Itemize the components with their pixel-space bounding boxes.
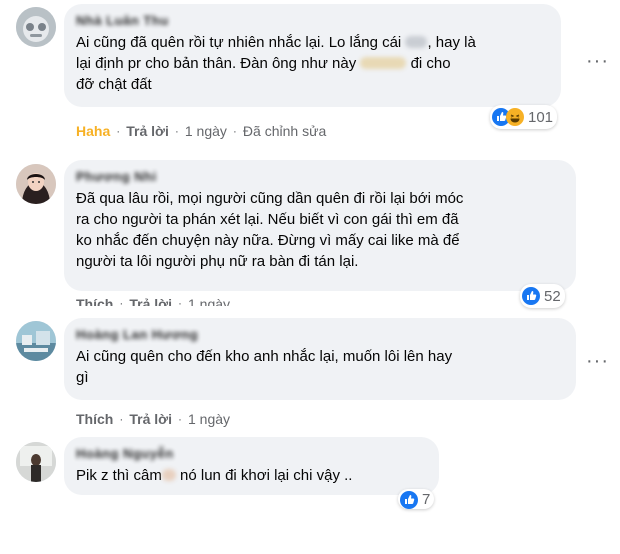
comment-bubble: Hoàng Lan Hương Ai cũng quên cho đến kho… (64, 318, 576, 400)
comment-author[interactable]: Phương Nhi (76, 168, 157, 185)
censored-word (360, 57, 407, 69)
censored-word (405, 36, 428, 48)
like-icon (400, 491, 418, 509)
avatar[interactable] (16, 7, 56, 47)
comment-actions: Thích · Trả lời · 1 ngày (76, 411, 231, 427)
like-icon (522, 287, 540, 305)
comment-4: Hoàng Nguyễn Pik z thì câm nó lun đi khơ… (0, 432, 620, 554)
haha-icon (506, 108, 524, 126)
comment-author[interactable]: Nhà Luân Thu (76, 12, 169, 29)
censored-word (161, 469, 176, 481)
reaction-count: 7 (422, 491, 431, 508)
timestamp[interactable]: 1 ngày (185, 123, 227, 139)
avatar[interactable] (16, 321, 56, 361)
comment-text: Ai cũng quên cho đến kho anh nhắc lại, m… (76, 348, 453, 386)
comment-actions: Thích · Trả lời · 1 ngày (76, 296, 230, 306)
comment-bubble: Phương Nhi Đã qua lâu rồi, mọi người cũn… (64, 160, 576, 291)
reaction-summary[interactable]: 52 (520, 284, 565, 308)
comment-author[interactable]: Hoàng Nguyễn (76, 445, 174, 462)
avatar[interactable] (16, 164, 56, 204)
react-button[interactable]: Thích (76, 296, 113, 306)
reply-button[interactable]: Trả lời (129, 411, 172, 427)
comment-bubble: Nhà Luân Thu Ai cũng đã quên rồi tự nhiê… (64, 4, 561, 107)
avatar-image (16, 442, 56, 482)
comment-actions: Haha · Trả lời · 1 ngày · Đã chỉnh sửa (76, 123, 327, 139)
reaction-count: 101 (528, 108, 554, 126)
comment-2: Phương Nhi Đã qua lâu rồi, mọi người cũn… (0, 150, 620, 310)
more-options-button[interactable]: ··· (586, 51, 609, 71)
comment-author[interactable]: Hoàng Lan Hương (76, 326, 198, 343)
comment-text: Pik z thì câm nó lun đi khơi lại chi vậy… (76, 467, 353, 484)
reply-button[interactable]: Trả lời (126, 123, 169, 139)
reaction-summary[interactable]: 101 (490, 105, 558, 129)
reaction-count: 52 (544, 287, 561, 305)
timestamp[interactable]: 1 ngày (188, 411, 230, 427)
comment-3: Hoàng Lan Hương Ai cũng quên cho đến kho… (0, 310, 620, 435)
edited-label: Đã chỉnh sửa (242, 123, 327, 139)
more-options-button[interactable]: ··· (586, 351, 609, 371)
comment-text: Ai cũng đã quên rồi tự nhiên nhắc lại. L… (76, 34, 476, 93)
comment-text: Đã qua lâu rồi, mọi người cũng dần quên … (76, 190, 464, 270)
avatar-image (16, 7, 56, 47)
react-button[interactable]: Haha (76, 123, 110, 139)
avatar[interactable] (16, 442, 56, 482)
avatar-image (16, 321, 56, 361)
reaction-summary[interactable]: 7 (398, 489, 435, 509)
avatar-image (16, 164, 56, 204)
comment-bubble: Hoàng Nguyễn Pik z thì câm nó lun đi khơ… (64, 437, 439, 495)
comment-1: Nhà Luân Thu Ai cũng đã quên rồi tự nhiê… (0, 0, 620, 145)
react-button[interactable]: Thích (76, 411, 113, 427)
timestamp[interactable]: 1 ngày (188, 296, 230, 306)
reply-button[interactable]: Trả lời (129, 296, 172, 306)
